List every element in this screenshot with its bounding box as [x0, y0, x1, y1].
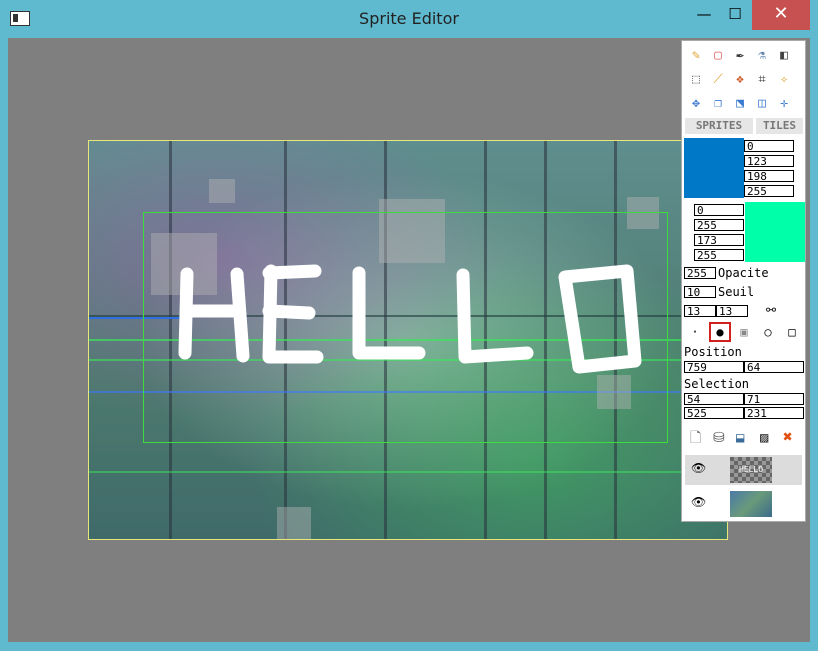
clear-layer-icon[interactable]: ✖	[783, 429, 793, 445]
secondary-b-field[interactable]: 173	[694, 234, 744, 246]
secondary-a-field[interactable]: 255	[694, 249, 744, 261]
close-button[interactable]: ✕	[752, 0, 810, 30]
tool-panel: ✎ ▢ ✒ ⚗ ◧⬚ ⟋ ❖ ⌗ ✧✥ ❐ ⬔ ◫ ✛ SPRITES TILES 0 123 198 …	[681, 40, 806, 522]
brush-dot-icon[interactable]: ·	[684, 322, 706, 342]
layer-thumbnail: HELLO	[730, 457, 772, 483]
selection-rectangle[interactable]	[143, 212, 668, 443]
opacity-label: Opacite	[718, 266, 769, 280]
primary-a-field[interactable]: 255	[744, 185, 794, 197]
eye-icon[interactable]: 👁	[691, 496, 707, 508]
secondary-r-field[interactable]: 0	[694, 204, 744, 216]
stamp-icon[interactable]: ❖	[730, 70, 750, 90]
selection-y-field[interactable]: 71	[744, 393, 804, 405]
layer-thumbnail	[730, 491, 772, 517]
magic-wand-icon[interactable]: ✧	[774, 70, 794, 90]
eraser-icon[interactable]: ▢	[708, 46, 728, 66]
brush-height-field[interactable]: 13	[716, 305, 748, 317]
link-icon[interactable]: ⚯	[766, 304, 776, 317]
brush-width-field[interactable]: 13	[684, 305, 716, 317]
selection-w-field[interactable]: 525	[684, 407, 744, 419]
primary-g-field[interactable]: 123	[744, 155, 794, 167]
maximize-button[interactable]: ☐	[720, 0, 750, 30]
pencil-icon[interactable]: ✎	[686, 46, 706, 66]
sprite-canvas[interactable]	[88, 140, 728, 540]
tab-tiles[interactable]: TILES	[756, 118, 803, 134]
threshold-field[interactable]: 10	[684, 286, 716, 298]
flip-icon[interactable]: ◫	[752, 94, 772, 114]
delete-layer-icon[interactable]: ⛁	[713, 431, 725, 445]
layer-pattern-icon[interactable]: ▨	[760, 431, 768, 445]
merge-layer-icon[interactable]: ⬓	[736, 431, 744, 445]
brush-soft-icon[interactable]: ▣	[733, 322, 755, 342]
primary-r-field[interactable]: 0	[744, 140, 794, 152]
title-bar: Sprite Editor — ☐ ✕	[0, 0, 818, 38]
opacity-field[interactable]: 255	[684, 267, 716, 279]
workspace: ✎ ▢ ✒ ⚗ ◧⬚ ⟋ ❖ ⌗ ✧✥ ❐ ⬔ ◫ ✛ SPRITES TILES 0 123 198 …	[8, 38, 810, 642]
rect-select-icon[interactable]: ⬚	[686, 70, 706, 90]
line-icon[interactable]: ⟋	[708, 70, 728, 90]
layer-item[interactable]: 👁	[685, 489, 802, 519]
crop-icon[interactable]: ⌗	[752, 70, 772, 90]
gradient-icon[interactable]: ◧	[774, 46, 794, 66]
position-x-field: 759	[684, 361, 744, 373]
bucket-fill-icon[interactable]: ⚗	[752, 46, 772, 66]
eye-icon[interactable]: 👁	[691, 462, 707, 474]
position-y-field: 64	[744, 361, 804, 373]
brush-square-icon[interactable]: □	[781, 322, 803, 342]
selection-h-field[interactable]: 231	[744, 407, 804, 419]
selection-label: Selection	[684, 377, 750, 391]
primary-color-swatch[interactable]	[684, 138, 744, 198]
move-icon[interactable]: ✥	[686, 94, 706, 114]
threshold-label: Seuil	[718, 285, 755, 299]
primary-b-field[interactable]: 198	[744, 170, 794, 182]
minimize-button[interactable]: —	[690, 0, 718, 30]
transform-icon[interactable]: ⬔	[730, 94, 750, 114]
copy-icon[interactable]: ❐	[708, 94, 728, 114]
brush-circle-icon[interactable]: ○	[757, 322, 779, 342]
position-label: Position	[684, 345, 742, 359]
toolbox: ✎ ▢ ✒ ⚗ ◧ ⬚ ⟋ ❖ ⌗ ✧ ✥ ❐ ⬔ ◫ ✛	[685, 44, 803, 116]
eyedropper-icon[interactable]: ✒	[730, 46, 750, 66]
tab-sprites[interactable]: SPRITES	[685, 118, 753, 134]
layer-item[interactable]: 👁 HELLO	[685, 455, 802, 485]
pan-icon[interactable]: ✛	[774, 94, 794, 114]
secondary-g-field[interactable]: 255	[694, 219, 744, 231]
selection-x-field[interactable]: 54	[684, 393, 744, 405]
panel-tabs: SPRITES TILES	[685, 118, 803, 134]
brush-round-icon[interactable]: ●	[709, 322, 731, 342]
secondary-color-swatch[interactable]	[745, 202, 805, 262]
new-layer-icon[interactable]: 🗋	[690, 431, 701, 445]
